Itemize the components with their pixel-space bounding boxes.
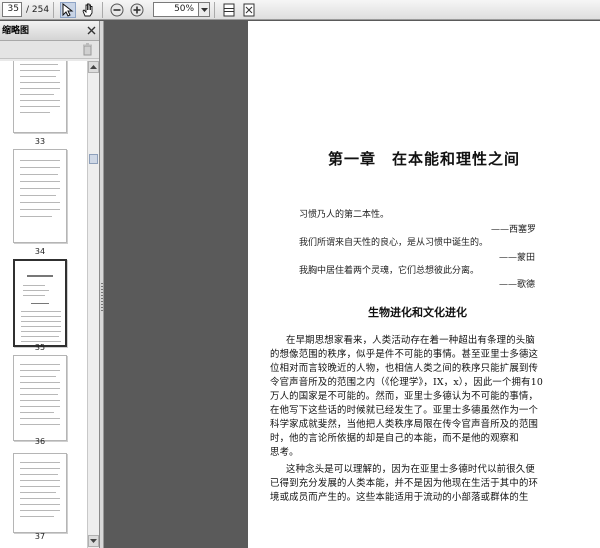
scroll-up-button[interactable] xyxy=(88,61,99,73)
thumbnail-page-number: 37 xyxy=(34,532,46,541)
hand-tool-button[interactable] xyxy=(80,2,96,18)
zoom-out-icon xyxy=(110,3,124,16)
page-thumbnail[interactable] xyxy=(13,453,67,533)
document-page: 第一章 在本能和理性之间 习惯乃人的第二本性。 ——西塞罗 我们所谓来自天性的良… xyxy=(248,21,600,548)
body-text-line: 科学家成就斐然，当他把人类秩序局限在传令官声音所及的范围 xyxy=(270,419,539,430)
body-text-line: 思考。 xyxy=(270,447,299,458)
zoom-out-button[interactable] xyxy=(109,2,125,18)
trash-icon[interactable] xyxy=(82,43,93,56)
section-title: 生物进化和文化进化 xyxy=(368,306,467,319)
thumbnail-page-number: 34 xyxy=(34,247,46,256)
fit-page-button[interactable] xyxy=(221,2,237,18)
thumbnail-page-number: 33 xyxy=(34,137,46,146)
zoom-in-button[interactable] xyxy=(129,2,145,18)
chevron-down-icon xyxy=(90,539,97,543)
page-thumbnail[interactable] xyxy=(13,149,67,243)
panel-title: 缩略图 xyxy=(2,26,30,36)
thumbnail-page-number: 36 xyxy=(34,437,46,446)
hand-icon xyxy=(82,3,93,16)
toolbar-separator xyxy=(53,1,55,18)
body-text-line: 万人的国家是不可能的。然而，亚里士多德认为不可能的事情， xyxy=(270,391,539,402)
body-text-line: 已得到充分发展的人类本能，并不是因为他现在生活于其中的环 xyxy=(270,478,539,489)
page-total: / 254 xyxy=(26,4,50,15)
epigraph-author: ——歌德 xyxy=(499,280,536,290)
epigraph-author: ——蒙田 xyxy=(499,253,536,263)
splitter-grip[interactable] xyxy=(101,283,103,313)
cursor-icon xyxy=(62,2,74,17)
page-thumbnail[interactable] xyxy=(13,61,67,133)
fit-page-icon xyxy=(223,3,235,16)
body-text-line: 时，他的言论所依据的却是自己的本能，而不是他的观察和 xyxy=(270,433,519,444)
select-tool-button[interactable] xyxy=(60,1,77,18)
page-number-input[interactable]: 35 xyxy=(2,2,22,17)
body-text-line: 的想像范围的秩序，似乎是件不可能的事情。甚至亚里士多德这 xyxy=(270,349,539,360)
body-text-line: 位相对而言较晚近的人物，也相信人类之间的秩序只能扩展到传 xyxy=(270,363,539,374)
body-text-line: 在早期思想家看来，人类活动存在着一种超出有条理的头脑 xyxy=(286,335,535,346)
body-text-line: 在他写下这些话的时候就已经发生了。亚里士多德虽然作为一个 xyxy=(270,405,539,416)
panel-splitter[interactable] xyxy=(100,21,104,548)
zoom-in-icon xyxy=(130,3,144,16)
body-text-line: 境或成员而产生的。这些本能适用于流动的小部落或群体的生 xyxy=(270,492,529,503)
body-text-line: 这种念头是可以理解的，因为在亚里士多德时代以前很久便 xyxy=(286,464,535,475)
page-thumbnail-selected[interactable] xyxy=(13,259,67,347)
body-text-line: 令官声音所及的范围之内（《伦理学》，IX，x），因此一个拥有10 xyxy=(270,377,544,388)
thumbnail-list: 33 34 35 36 37 xyxy=(0,61,87,548)
page-thumbnail[interactable] xyxy=(13,355,67,441)
epigraph-text: 习惯乃人的第二本性。 xyxy=(299,210,390,220)
thumbnail-scrollbar[interactable] xyxy=(87,61,99,548)
fit-width-icon xyxy=(243,3,255,16)
fit-width-button[interactable] xyxy=(241,2,257,18)
chevron-up-icon xyxy=(90,65,97,69)
epigraph-author: ——西塞罗 xyxy=(491,225,537,235)
scroll-down-button[interactable] xyxy=(88,535,99,547)
epigraph-text: 我们所谓来自天性的良心，是从习惯中诞生的。 xyxy=(299,238,489,248)
scrollbar-thumb[interactable] xyxy=(89,154,98,164)
close-icon[interactable] xyxy=(87,26,96,35)
thumbnail-page-number: 35 xyxy=(34,343,46,352)
zoom-dropdown-button[interactable] xyxy=(199,2,211,17)
toolbar-separator xyxy=(102,1,104,18)
panel-toolbar xyxy=(0,41,99,59)
zoom-level-input[interactable]: 50% xyxy=(153,2,200,17)
panel-header: 缩略图 xyxy=(0,21,99,41)
chapter-title: 第一章 在本能和理性之间 xyxy=(328,150,521,168)
thumbnail-panel: 缩略图 33 34 35 36 37 xyxy=(0,21,100,548)
toolbar: 35 / 254 50% xyxy=(0,0,600,20)
epigraph-text: 我胸中居住着两个灵魂，它们总想彼此分离。 xyxy=(299,266,480,276)
chevron-down-icon xyxy=(200,7,208,12)
toolbar-separator xyxy=(214,1,216,18)
